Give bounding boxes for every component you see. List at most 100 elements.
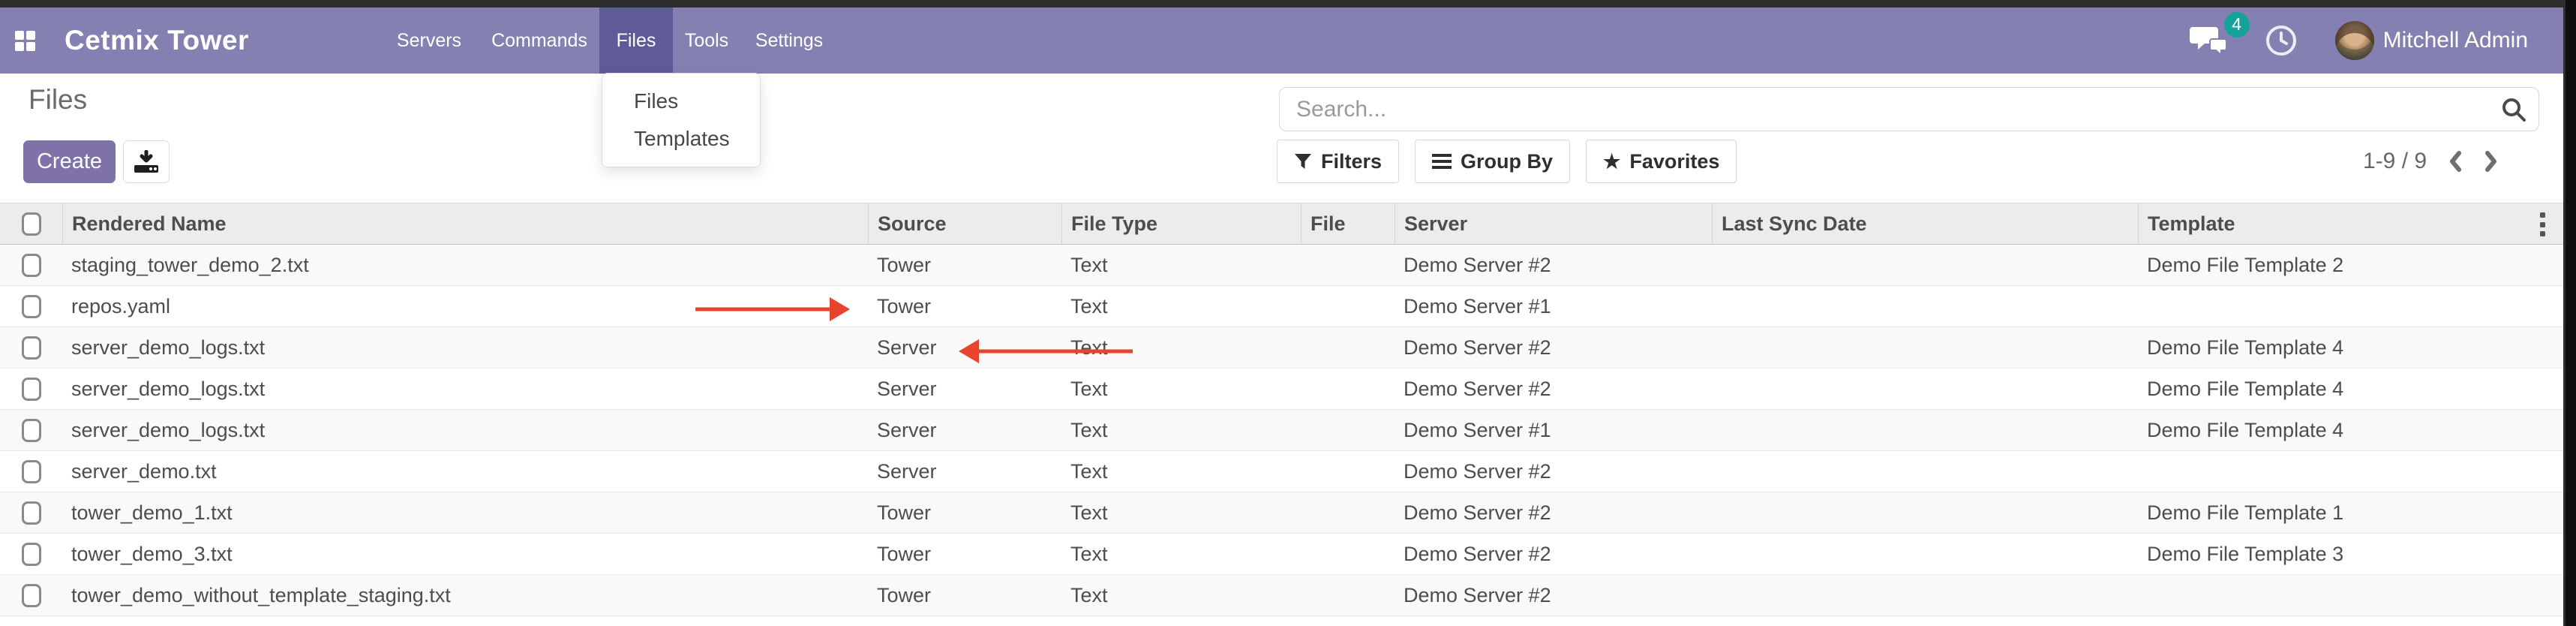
dropdown-item-files[interactable]: Files [602, 83, 760, 120]
row-checkbox[interactable] [22, 378, 41, 401]
table-row[interactable]: tower_demo_without_template_staging.txt … [0, 575, 2563, 616]
row-checkbox-cell [0, 286, 62, 327]
favorites-label: Favorites [1629, 150, 1719, 173]
cell-file [1301, 245, 1395, 285]
search-input[interactable] [1279, 87, 2539, 131]
export-button[interactable] [123, 140, 170, 183]
cell-file [1301, 286, 1395, 327]
row-checkbox[interactable] [22, 254, 41, 277]
cell-template [2138, 451, 2563, 492]
brand-title: Cetmix Tower [65, 25, 249, 56]
clock-icon[interactable] [2265, 24, 2298, 57]
row-checkbox[interactable] [22, 543, 41, 566]
optional-columns-icon[interactable] [2540, 212, 2545, 236]
column-header-file-type[interactable]: File Type [1061, 203, 1301, 244]
table-row[interactable]: tower_demo_3.txt Tower Text Demo Server … [0, 534, 2563, 575]
select-all-checkbox[interactable] [22, 212, 41, 236]
chevron-left-icon [2448, 150, 2463, 173]
row-checkbox[interactable] [22, 460, 41, 483]
cell-rendered-name: tower_demo_without_template_staging.txt [62, 575, 868, 615]
pager-range: 1-9 / 9 [2363, 149, 2427, 174]
cell-server: Demo Server #2 [1395, 369, 1712, 409]
cell-template [2138, 286, 2563, 327]
pager-previous-button[interactable] [2448, 150, 2463, 173]
cell-last-sync-date [1712, 245, 2138, 285]
create-button[interactable]: Create [23, 140, 116, 183]
row-checkbox[interactable] [22, 419, 41, 442]
row-checkbox-cell [0, 534, 62, 574]
user-avatar[interactable] [2335, 21, 2374, 60]
cell-last-sync-date [1712, 534, 2138, 574]
row-checkbox[interactable] [22, 295, 41, 318]
nav-item-files[interactable]: Files [599, 8, 673, 74]
cell-file-type: Text [1061, 410, 1301, 450]
favorites-button[interactable]: ★ Favorites [1586, 140, 1737, 183]
cell-last-sync-date [1712, 286, 2138, 327]
table-row[interactable]: server_demo_logs.txt Server Text Demo Se… [0, 327, 2563, 369]
search-box [1279, 87, 2539, 131]
table-row[interactable]: repos.yaml Tower Text Demo Server #1 [0, 286, 2563, 327]
cell-file-type: Text [1061, 286, 1301, 327]
row-checkbox[interactable] [22, 584, 41, 607]
column-header-last-sync-date[interactable]: Last Sync Date [1712, 203, 2138, 244]
filters-label: Filters [1321, 150, 1382, 173]
cell-rendered-name: server_demo_logs.txt [62, 327, 868, 368]
user-name[interactable]: Mitchell Admin [2383, 28, 2528, 53]
cell-server: Demo Server #2 [1395, 492, 1712, 533]
cell-file [1301, 534, 1395, 574]
cell-file [1301, 369, 1395, 409]
messages-button[interactable]: 4 [2190, 23, 2229, 59]
breadcrumb-page-title: Files [29, 84, 87, 116]
table-header: Rendered Name Source File Type File Serv… [0, 203, 2563, 245]
table-row[interactable]: tower_demo_1.txt Tower Text Demo Server … [0, 492, 2563, 534]
dropdown-item-templates[interactable]: Templates [602, 120, 760, 158]
cell-file-type: Text [1061, 534, 1301, 574]
column-header-file[interactable]: File [1301, 203, 1395, 244]
row-checkbox-cell [0, 327, 62, 368]
cell-source: Tower [868, 534, 1061, 574]
cell-last-sync-date [1712, 492, 2138, 533]
table-row[interactable]: staging_tower_demo_2.txt Tower Text Demo… [0, 245, 2563, 286]
nav-item-settings[interactable]: Settings [740, 8, 838, 74]
filter-funnel-icon [1294, 152, 1312, 170]
table-row[interactable]: server_demo.txt Server Text Demo Server … [0, 451, 2563, 492]
group-by-button[interactable]: Group By [1415, 140, 1570, 183]
row-checkbox-cell [0, 451, 62, 492]
cell-file [1301, 575, 1395, 615]
column-header-template[interactable]: Template [2138, 203, 2563, 244]
window-right-edge [2563, 0, 2576, 626]
pager-next-button[interactable] [2484, 150, 2499, 173]
search-icon[interactable] [2500, 96, 2527, 123]
column-header-source[interactable]: Source [868, 203, 1061, 244]
message-count-badge: 4 [2224, 12, 2250, 38]
cell-source: Tower [868, 286, 1061, 327]
row-checkbox-cell [0, 492, 62, 533]
cell-rendered-name: server_demo_logs.txt [62, 410, 868, 450]
cell-last-sync-date [1712, 410, 2138, 450]
chat-bubbles-icon [2190, 23, 2229, 56]
column-header-rendered-name[interactable]: Rendered Name [62, 203, 868, 244]
nav-item-servers[interactable]: Servers [379, 8, 479, 74]
cell-source: Server [868, 410, 1061, 450]
column-header-server[interactable]: Server [1395, 203, 1712, 244]
group-by-label: Group By [1461, 150, 1553, 173]
row-checkbox[interactable] [22, 336, 41, 360]
cell-template [2138, 575, 2563, 615]
cell-rendered-name: server_demo_logs.txt [62, 369, 868, 409]
table-row[interactable]: server_demo_logs.txt Server Text Demo Se… [0, 369, 2563, 410]
nav-item-tools[interactable]: Tools [673, 8, 740, 74]
filters-button[interactable]: Filters [1277, 140, 1399, 183]
group-by-lines-icon [1432, 152, 1452, 170]
cell-server: Demo Server #2 [1395, 451, 1712, 492]
table-row[interactable]: server_demo_logs.txt Server Text Demo Se… [0, 410, 2563, 451]
row-checkbox-cell [0, 575, 62, 615]
nav-item-commands[interactable]: Commands [479, 8, 599, 74]
cell-source: Tower [868, 575, 1061, 615]
cell-rendered-name: tower_demo_1.txt [62, 492, 868, 533]
row-checkbox[interactable] [22, 501, 41, 525]
files-list-table: Rendered Name Source File Type File Serv… [0, 203, 2563, 616]
cell-server: Demo Server #2 [1395, 575, 1712, 615]
cell-last-sync-date [1712, 451, 2138, 492]
pager: 1-9 / 9 [2363, 147, 2499, 176]
apps-grid-icon[interactable] [15, 31, 35, 50]
